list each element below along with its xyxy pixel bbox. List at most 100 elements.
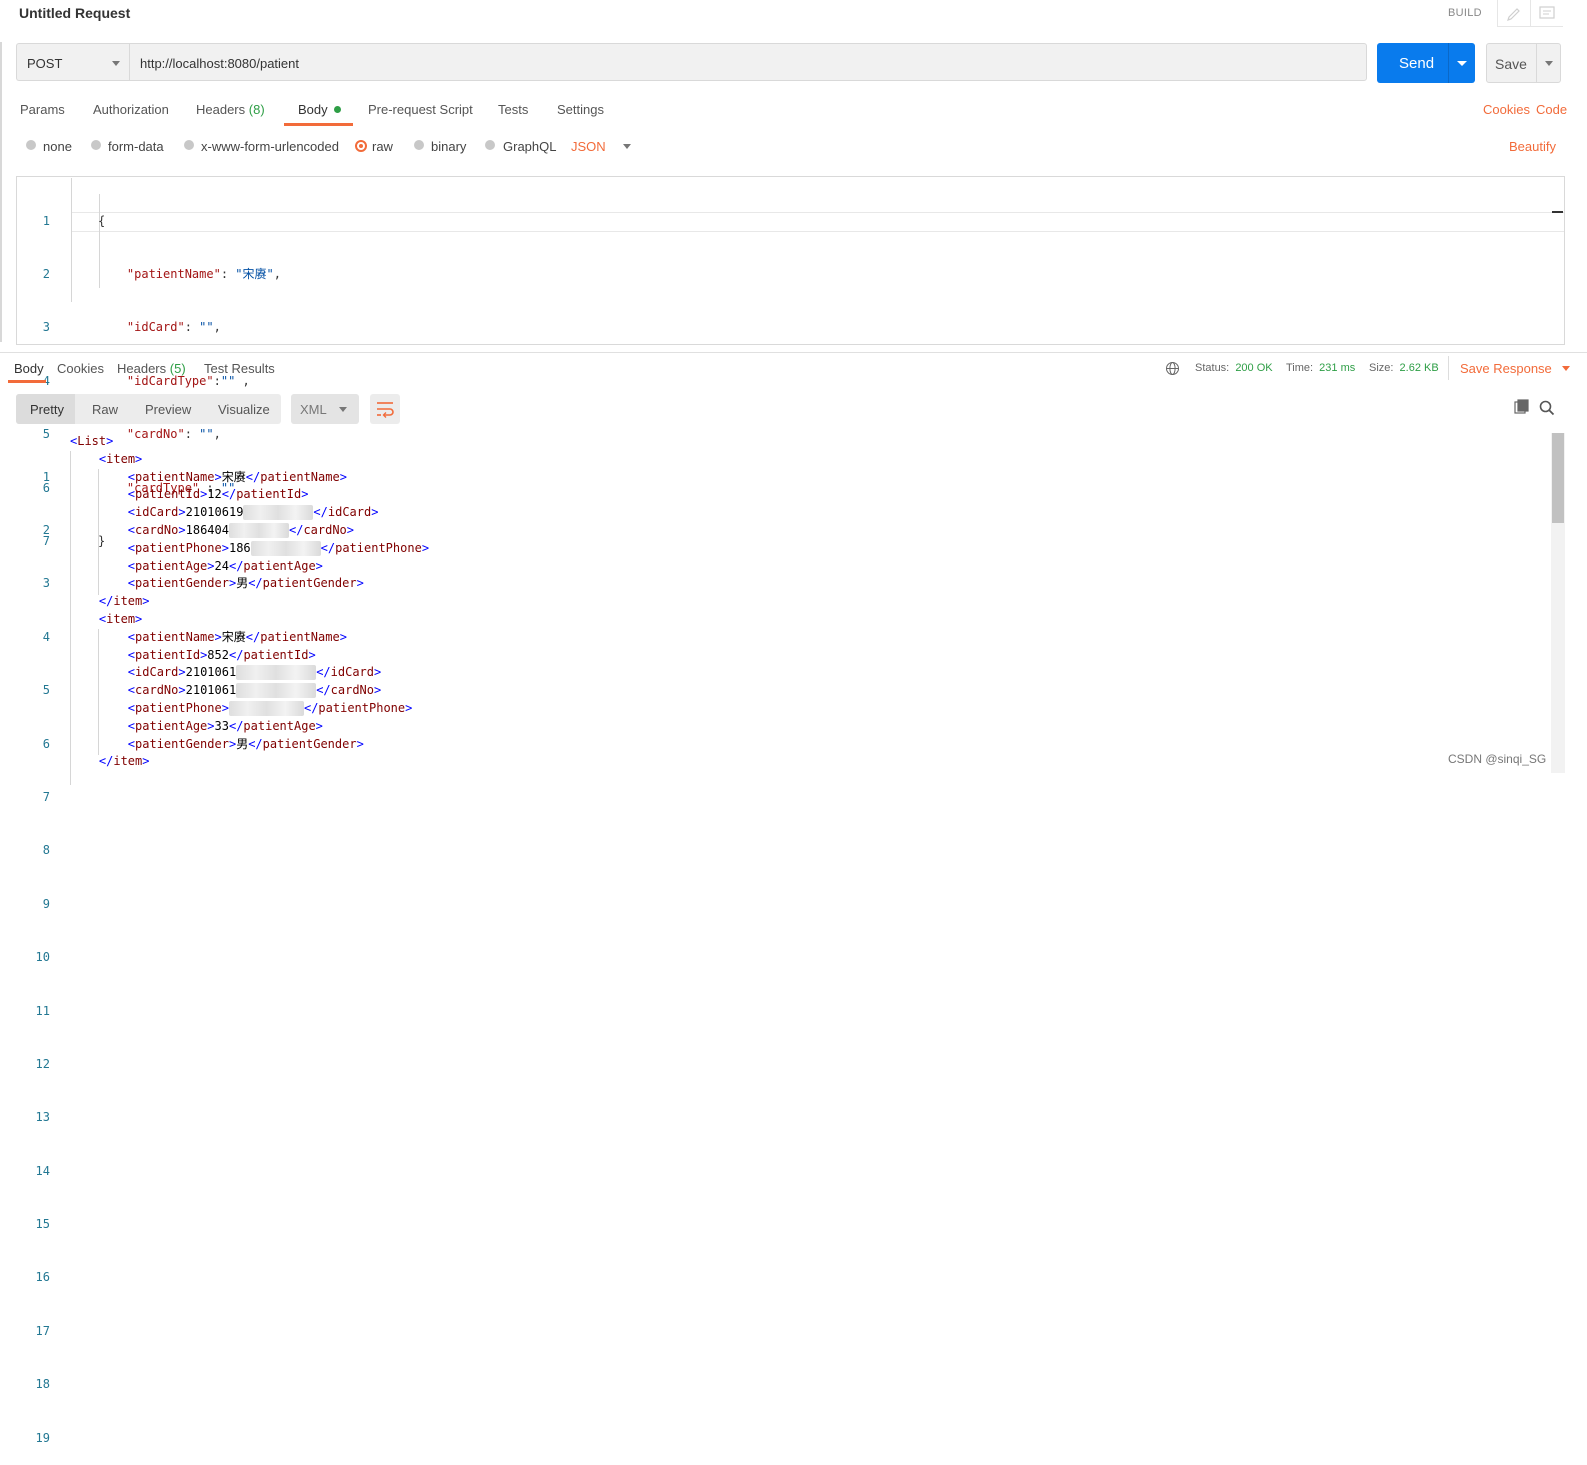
send-options-icon[interactable] — [1457, 61, 1467, 66]
json-value: "" — [199, 320, 214, 335]
xml-value: 24 — [214, 558, 229, 573]
view-mode-visualize[interactable]: Visualize — [218, 402, 270, 417]
tab-prerequest-script[interactable]: Pre-request Script — [368, 102, 473, 117]
xml-bracket: </ — [303, 700, 319, 715]
response-format-select[interactable]: XML — [291, 394, 359, 424]
radio-none-label[interactable]: none — [43, 139, 72, 154]
send-divider — [1448, 43, 1449, 83]
redacted-value — [250, 540, 321, 556]
save-divider — [1536, 44, 1537, 82]
xml-bracket: > — [178, 505, 186, 520]
search-icon[interactable] — [1538, 399, 1556, 420]
xml-tag-name: List — [77, 434, 107, 448]
xml-bracket: > — [339, 469, 347, 484]
save-options-icon[interactable] — [1545, 61, 1553, 66]
xml-bracket: </ — [320, 540, 336, 555]
code-line: "idCard": "", — [98, 319, 281, 337]
line-number: 12 — [35, 1056, 50, 1071]
radio-form-data-label[interactable]: form-data — [108, 139, 164, 154]
response-tab-cookies[interactable]: Cookies — [57, 361, 104, 376]
chevron-down-icon — [1562, 366, 1571, 371]
view-mode-raw[interactable]: Raw — [92, 402, 118, 417]
line-number: 19 — [35, 1430, 50, 1445]
tab-headers[interactable]: Headers (8) — [196, 102, 265, 117]
send-label: Send — [1399, 55, 1435, 72]
edit-icon[interactable] — [1497, 0, 1530, 27]
save-response-button[interactable]: Save Response — [1460, 361, 1571, 376]
xml-bracket: > — [346, 522, 355, 537]
radio-binary[interactable] — [414, 140, 424, 150]
line-number: 17 — [35, 1323, 50, 1338]
redacted-value — [243, 505, 314, 521]
beautify-link[interactable]: Beautify — [1509, 139, 1556, 154]
radio-binary-label[interactable]: binary — [431, 139, 466, 154]
save-button[interactable]: Save — [1486, 43, 1561, 83]
xml-tag-name: item — [106, 451, 136, 466]
copy-icon[interactable] — [1513, 399, 1531, 420]
radio-graphql[interactable] — [485, 140, 495, 150]
line-number: 4 — [42, 629, 50, 644]
wrap-lines-icon[interactable] — [370, 394, 400, 424]
radio-none[interactable] — [26, 140, 36, 150]
tab-params[interactable]: Params — [20, 102, 65, 117]
radio-raw-label[interactable]: raw — [372, 139, 393, 154]
xml-value: 男 — [236, 576, 249, 591]
method-value: POST — [27, 56, 63, 71]
json-key: "patientName" — [126, 266, 221, 281]
cookies-link[interactable]: Cookies — [1483, 102, 1530, 117]
tab-settings[interactable]: Settings — [557, 102, 604, 117]
save-label: Save — [1495, 56, 1527, 72]
response-tab-test-results[interactable]: Test Results — [204, 361, 275, 376]
radio-urlencoded-label[interactable]: x-www-form-urlencoded — [201, 139, 339, 154]
xml-bracket: </ — [221, 487, 237, 502]
response-line-numbers: 1 2 3 4 5 6 7 8 9 10 11 12 13 14 15 16 1… — [30, 433, 50, 1465]
xml-tag-name: patientPhone — [135, 700, 222, 715]
build-label[interactable]: BUILD — [1448, 7, 1482, 19]
line-number: 1 — [42, 213, 50, 228]
body-format-select[interactable]: JSON — [571, 139, 632, 154]
response-scrollbar[interactable] — [1551, 433, 1565, 773]
response-tab-body[interactable]: Body — [14, 361, 44, 376]
xml-bracket: > — [339, 629, 347, 644]
comments-icon[interactable] — [1530, 0, 1563, 27]
url-input[interactable]: http://localhost:8080/patient — [129, 43, 1367, 81]
code-link[interactable]: Code — [1536, 102, 1567, 117]
code-line: <patientName>宋赓</patientName> — [70, 629, 429, 647]
xml-bracket: > — [221, 540, 229, 555]
scrollbar-thumb[interactable] — [1552, 433, 1564, 523]
send-button[interactable]: Send — [1377, 43, 1475, 83]
xml-tag-name: patientAge — [243, 718, 316, 733]
radio-graphql-label[interactable]: GraphQL — [503, 139, 556, 154]
code-line: <item> — [70, 611, 429, 629]
xml-bracket: > — [142, 754, 150, 769]
line-number: 7 — [42, 789, 50, 804]
xml-value: 186 — [228, 540, 251, 555]
tab-body[interactable]: Body — [298, 102, 342, 117]
xml-tag-name: patientId — [236, 487, 302, 502]
radio-raw[interactable] — [355, 140, 367, 152]
json-value: "宋赓" — [235, 266, 274, 281]
xml-tag-name: patientAge — [135, 558, 208, 573]
request-title[interactable]: Untitled Request — [19, 5, 130, 21]
code-line: </item> — [70, 593, 429, 611]
globe-icon[interactable] — [1165, 361, 1180, 379]
xml-bracket: > — [356, 736, 364, 751]
save-response-label: Save Response — [1460, 361, 1552, 376]
response-tab-headers[interactable]: Headers (5) — [117, 361, 186, 376]
xml-bracket: > — [135, 451, 143, 466]
method-select[interactable]: POST — [16, 43, 129, 81]
radio-urlencoded[interactable] — [184, 140, 194, 150]
view-mode-preview[interactable]: Preview — [145, 402, 191, 417]
tab-authorization[interactable]: Authorization — [93, 102, 169, 117]
view-mode-pretty-label[interactable]: Pretty — [30, 402, 64, 417]
line-number: 3 — [42, 320, 50, 335]
xml-tag-name: patientPhone — [335, 540, 422, 555]
tab-tests[interactable]: Tests — [498, 102, 528, 117]
time-value: 231 ms — [1319, 362, 1356, 374]
xml-bracket: < — [127, 558, 136, 573]
radio-form-data[interactable] — [91, 140, 101, 150]
xml-value: 宋赓 — [221, 629, 246, 644]
meta-divider — [1448, 356, 1449, 380]
json-key: "idCard" — [126, 320, 185, 335]
code-line: <patientGender>男</patientGender> — [70, 736, 429, 754]
